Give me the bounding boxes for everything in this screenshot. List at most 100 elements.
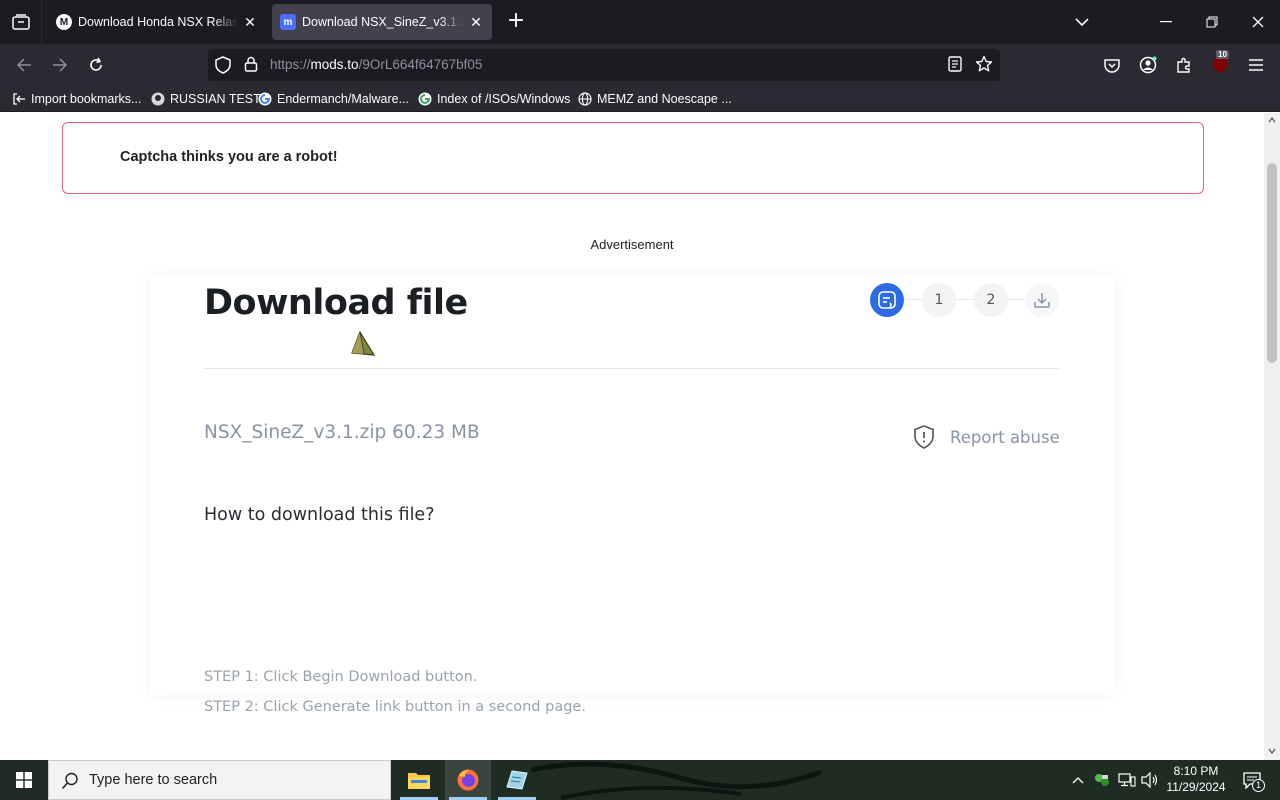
app-menu-button[interactable] — [1242, 51, 1270, 79]
close-icon — [1252, 16, 1264, 28]
bookmark-label: Index of /ISOs/Windows — [437, 92, 571, 106]
show-hidden-icons-button[interactable] — [1070, 760, 1086, 800]
firefox-icon — [457, 769, 479, 791]
reader-view-icon — [948, 56, 962, 72]
lock-icon[interactable] — [244, 56, 258, 76]
modsto-favicon-icon: m — [280, 14, 296, 30]
bookmark-russian-test[interactable]: RUSSIAN TEST — [151, 90, 261, 108]
page-scrollbar[interactable] — [1264, 113, 1280, 760]
close-window-button[interactable] — [1236, 0, 1280, 44]
how-to-heading: How to download this file? — [204, 505, 435, 525]
account-icon — [1139, 56, 1157, 74]
bookmark-label: Import bookmarks... — [31, 92, 142, 106]
tracking-protection-icon[interactable] — [215, 56, 231, 78]
title-divider — [204, 368, 1059, 369]
taskbar-app-3[interactable] — [494, 760, 540, 800]
notepad-app-icon — [506, 770, 528, 790]
google-icon — [258, 92, 272, 106]
extension-badge: 10 — [1216, 50, 1229, 59]
shield-alert-icon — [912, 424, 936, 450]
volume-tray-button[interactable] — [1140, 760, 1160, 800]
pocket-button[interactable] — [1098, 51, 1126, 79]
report-abuse-label: Report abuse — [950, 427, 1060, 447]
report-abuse-link[interactable]: Report abuse — [912, 424, 1060, 450]
new-tab-button[interactable]: + — [502, 8, 530, 36]
step-captcha — [870, 283, 904, 317]
wallpaper-scribble-icon — [530, 761, 822, 800]
network-app-tray-icon — [1095, 774, 1109, 786]
url-domain: mods.to — [310, 57, 359, 72]
url-scheme: https:// — [270, 57, 311, 72]
minimize-button[interactable] — [1144, 0, 1188, 44]
mods-favicon-icon: M — [56, 14, 72, 30]
step2-instruction: STEP 2: Click Generate link button in a … — [204, 699, 586, 715]
bookmarks-toolbar: Import bookmarks... RUSSIAN TEST Enderma… — [0, 86, 1280, 112]
star-icon — [975, 55, 993, 72]
folder-icon — [408, 773, 430, 789]
tab-title: Download NSX_SineZ_v3.1.zip - — [302, 15, 464, 29]
tab-overview-button[interactable] — [0, 0, 42, 44]
chevron-down-icon — [1075, 18, 1089, 27]
tab-honda-nsx[interactable]: M Download Honda NSX Relase - ✕ — [48, 4, 266, 40]
close-tab-icon[interactable]: ✕ — [242, 14, 258, 31]
list-all-tabs-button[interactable] — [1066, 0, 1098, 44]
network-tray-button[interactable] — [1116, 760, 1138, 800]
page-title: Download file — [204, 283, 468, 323]
file-info: NSX_SineZ_v3.1.zip 60.23 MB — [204, 422, 480, 443]
bookmark-endermanch[interactable]: Endermanch/Malware... — [258, 90, 409, 108]
forward-button[interactable] — [46, 51, 74, 79]
taskbar-search-box[interactable]: Type here to search — [48, 760, 391, 800]
clock-date: 11/29/2024 — [1166, 780, 1226, 794]
start-button[interactable] — [0, 760, 48, 800]
hamburger-menu-icon — [1249, 59, 1263, 71]
download-step-icon — [1034, 293, 1050, 308]
import-icon — [12, 92, 26, 106]
notification-center-button[interactable]: 1 — [1236, 760, 1268, 800]
reload-button[interactable] — [82, 51, 110, 79]
step-1: 1 — [922, 283, 956, 317]
ublock-extension-button[interactable]: 10 — [1206, 50, 1234, 79]
bookmark-import[interactable]: Import bookmarks... — [12, 90, 141, 108]
notification-count-badge: 1 — [1252, 779, 1265, 792]
close-tab-icon[interactable]: ✕ — [468, 14, 484, 31]
reload-icon — [90, 57, 102, 71]
scrollbar-thumb[interactable] — [1267, 163, 1277, 363]
bookmark-index-isos[interactable]: Index of /ISOs/Windows — [418, 90, 570, 108]
step1-instruction: STEP 1: Click Begin Download button. — [204, 669, 478, 685]
captcha-alert: Captcha thinks you are a robot! — [62, 122, 1204, 194]
globe-icon — [578, 92, 592, 106]
taskbar-clock[interactable]: 8:10 PM 11/29/2024 — [1160, 763, 1232, 795]
bookmark-star-button[interactable] — [975, 55, 993, 77]
account-button[interactable] — [1134, 51, 1162, 79]
tray-app-icon[interactable] — [1092, 760, 1112, 800]
taskbar-file-explorer[interactable] — [396, 760, 442, 800]
bookmark-label: RUSSIAN TEST — [170, 92, 261, 106]
forward-arrow-icon — [53, 58, 68, 72]
minimize-icon — [1160, 21, 1172, 23]
captcha-alert-text: Captcha thinks you are a robot! — [120, 149, 338, 165]
download-card — [150, 275, 1115, 695]
step-2: 2 — [974, 283, 1008, 317]
tab-title: Download Honda NSX Relase - — [78, 15, 238, 29]
url-path: /9OrL664f64767bf05 — [358, 57, 483, 72]
chevron-up-icon — [1072, 777, 1084, 784]
pocket-icon — [1104, 58, 1120, 73]
file-name: NSX_SineZ_v3.1.zip — [204, 422, 387, 443]
taskbar-firefox[interactable] — [445, 760, 491, 800]
extensions-button[interactable] — [1170, 51, 1198, 79]
tab-list-icon — [11, 14, 30, 30]
reader-view-button[interactable] — [948, 56, 962, 76]
bookmark-memz[interactable]: MEMZ and Noescape ... — [578, 90, 732, 108]
bookmark-label: MEMZ and Noescape ... — [597, 92, 732, 106]
tab-nsx-sinez[interactable]: m Download NSX_SineZ_v3.1.zip - ✕ — [272, 4, 492, 40]
windows-taskbar: Type here to search 8:10 PM 11/29/2024 1 — [0, 760, 1280, 800]
restore-button[interactable] — [1190, 0, 1234, 44]
google-icon — [418, 92, 432, 106]
step-download — [1025, 283, 1059, 317]
back-button[interactable] — [10, 51, 38, 79]
clock-time: 8:10 PM — [1173, 764, 1219, 778]
windows-logo-icon — [16, 772, 32, 788]
network-icon — [1118, 773, 1136, 787]
advertisement-label: Advertisement — [590, 237, 674, 252]
url-text[interactable]: https://mods.to/9OrL664f64767bf05 — [270, 57, 482, 72]
